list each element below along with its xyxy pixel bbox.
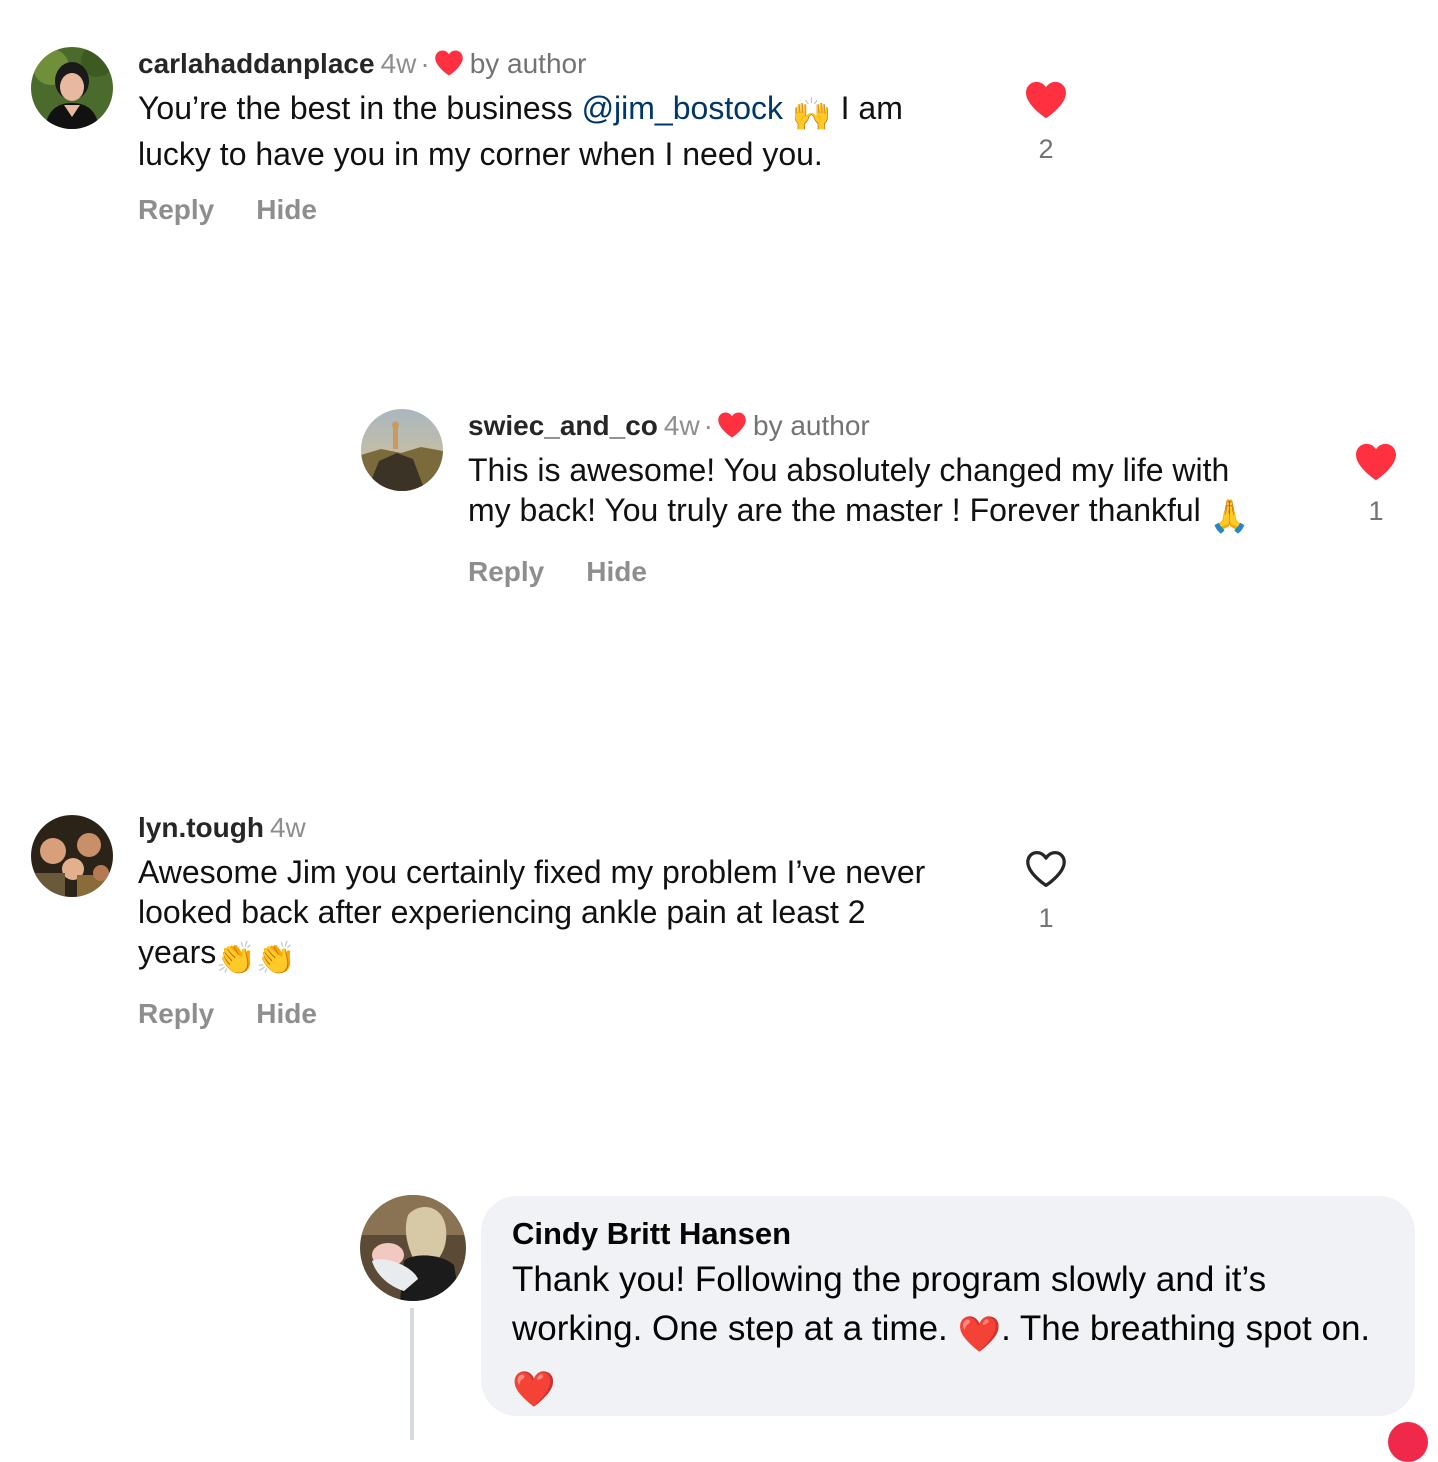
avatar-image — [31, 47, 113, 129]
avatar-image — [31, 815, 113, 897]
comment-text: Awesome Jim you certainly fixed my probl… — [138, 852, 938, 978]
reaction-badge-icon[interactable] — [1388, 1422, 1428, 1462]
reply-button[interactable]: Reply — [138, 998, 214, 1030]
avatar-image — [361, 409, 443, 491]
thread-line — [410, 1308, 414, 1440]
comment-text-part: This is awesome! You absolutely changed … — [468, 452, 1230, 528]
heart-filled-icon[interactable] — [1024, 80, 1068, 120]
red-heart-emoji: ❤️ — [512, 1370, 556, 1409]
comment-age: 4w — [663, 410, 700, 441]
comment-text-part: . The breathing spot on. — [1001, 1309, 1371, 1348]
like-count: 2 — [1038, 134, 1054, 164]
comment-text: This is awesome! You absolutely changed … — [468, 450, 1258, 536]
like-count: 1 — [1368, 496, 1384, 526]
raising-hands-emoji: 🙌 — [791, 96, 832, 132]
reply-button[interactable]: Reply — [468, 556, 544, 588]
comment-age: 4w — [269, 812, 306, 843]
separator: · — [420, 48, 430, 79]
avatar[interactable] — [31, 47, 113, 129]
red-heart-emoji: ❤️ — [957, 1315, 1002, 1354]
commenter-name[interactable]: Cindy Britt Hansen — [512, 1214, 1385, 1254]
liked-by-author-label: by author — [469, 48, 587, 79]
comment-text: You’re the best in the business @jim_bos… — [138, 88, 968, 174]
heart-filled-icon — [434, 50, 463, 76]
heart-filled-icon — [718, 412, 746, 438]
reply-button[interactable]: Reply — [138, 194, 214, 226]
folded-hands-emoji: 🙏 — [1209, 498, 1250, 534]
comment-age: 4w — [380, 48, 417, 79]
username[interactable]: lyn.tough — [138, 812, 264, 843]
avatar[interactable] — [31, 815, 113, 897]
comment-bubble: Cindy Britt Hansen Thank you! Following … — [481, 1196, 1415, 1416]
like-count: 1 — [1038, 903, 1054, 933]
avatar-image — [360, 1195, 466, 1301]
avatar[interactable] — [361, 409, 443, 491]
clapping-hands-emoji: 👏👏 — [216, 940, 296, 976]
liked-by-author-label: by author — [753, 410, 870, 441]
mention-link[interactable]: @jim_bostock — [582, 90, 783, 126]
heart-filled-icon[interactable] — [1354, 442, 1398, 482]
comment-text-part: You’re the best in the business — [138, 90, 582, 126]
hide-button[interactable]: Hide — [256, 998, 317, 1030]
hide-button[interactable]: Hide — [586, 556, 647, 588]
hide-button[interactable]: Hide — [256, 194, 317, 226]
comment-text: Thank you! Following the program slowly … — [512, 1255, 1385, 1414]
avatar[interactable] — [360, 1195, 466, 1301]
separator: · — [703, 410, 713, 441]
heart-outline-icon[interactable] — [1024, 849, 1068, 889]
username[interactable]: swiec_and_co — [468, 410, 658, 441]
username[interactable]: carlahaddanplace — [138, 48, 375, 79]
